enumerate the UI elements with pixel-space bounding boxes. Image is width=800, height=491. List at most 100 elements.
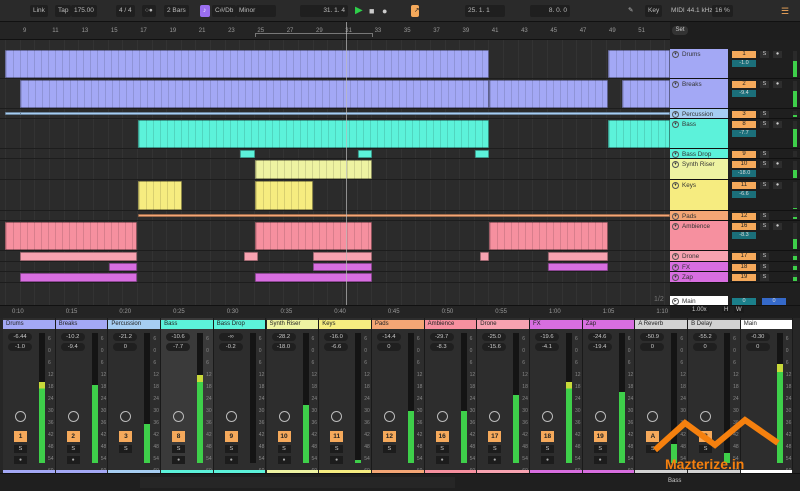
- track-activator[interactable]: 11: [330, 431, 344, 442]
- pan-knob[interactable]: [594, 411, 606, 422]
- track-activator[interactable]: 1: [732, 51, 756, 58]
- track-activator[interactable]: 3: [119, 431, 133, 442]
- volume-value[interactable]: 0: [640, 343, 665, 351]
- solo-button[interactable]: S: [760, 213, 769, 220]
- track-name[interactable]: ▾ Drums: [670, 49, 728, 78]
- solo-button[interactable]: S: [277, 445, 291, 453]
- track-name[interactable]: ▾ Pads: [670, 211, 728, 220]
- strip-title[interactable]: A Reverb: [635, 320, 688, 329]
- arm-icon[interactable]: ●: [435, 456, 449, 464]
- clip[interactable]: [244, 252, 258, 261]
- fold-icon[interactable]: ▾: [672, 161, 679, 168]
- solo-button[interactable]: S: [760, 51, 769, 58]
- fold-icon[interactable]: ▾: [672, 111, 679, 118]
- arm-icon[interactable]: ●: [14, 456, 27, 464]
- link-button[interactable]: Link: [30, 5, 48, 17]
- strip-title[interactable]: Keys: [319, 320, 371, 329]
- track-lane[interactable]: [0, 221, 670, 251]
- track-header-zap[interactable]: ▾ Zap 19 S: [670, 272, 800, 283]
- volume-fader[interactable]: [407, 333, 414, 463]
- pan-knob[interactable]: [173, 411, 185, 422]
- track-activator[interactable]: 18: [732, 264, 756, 271]
- track-activator[interactable]: 10: [732, 161, 756, 168]
- record-button[interactable]: ●: [379, 5, 390, 17]
- track-header-fx[interactable]: ▾ FX 18 S: [670, 262, 800, 272]
- track-volume[interactable]: -7.7: [732, 130, 756, 137]
- track-header-bass[interactable]: ▾ Bass 8 S ● -7.7: [670, 119, 800, 149]
- clip[interactable]: [109, 263, 137, 271]
- strip-title[interactable]: Synth Riser: [266, 320, 319, 329]
- track-activator[interactable]: 1: [14, 431, 27, 442]
- volume-value[interactable]: 0: [376, 343, 401, 351]
- track-activator[interactable]: 8: [172, 431, 186, 442]
- clip[interactable]: [608, 50, 670, 78]
- solo-button[interactable]: S: [172, 445, 186, 453]
- solo-button[interactable]: S: [382, 445, 396, 453]
- clip[interactable]: [489, 80, 608, 108]
- loop-start[interactable]: 25. 1. 1: [465, 5, 505, 17]
- metronome-button[interactable]: ○●: [142, 5, 156, 17]
- clip[interactable]: [489, 222, 608, 250]
- solo-button[interactable]: S: [14, 445, 27, 453]
- volume-value[interactable]: -8.3: [429, 343, 454, 351]
- peak-value[interactable]: -28.2: [271, 333, 296, 341]
- draw-mode-icon[interactable]: ✎: [625, 5, 636, 17]
- strip-title[interactable]: B Delay: [688, 320, 740, 329]
- track-lane[interactable]: [0, 109, 670, 119]
- strip-title[interactable]: Percussion: [108, 320, 161, 329]
- track-activator[interactable]: 18: [541, 431, 554, 442]
- clip[interactable]: [5, 222, 137, 250]
- solo-button[interactable]: S: [593, 445, 607, 453]
- strip-title[interactable]: FX: [530, 320, 582, 329]
- clip[interactable]: [480, 252, 489, 261]
- track-name[interactable]: ▾ Percussion: [670, 109, 728, 118]
- clip[interactable]: [548, 252, 608, 261]
- volume-fader[interactable]: [460, 333, 467, 463]
- tempo-field[interactable]: 175.00: [71, 5, 97, 17]
- clip[interactable]: [138, 181, 182, 210]
- clip[interactable]: [240, 150, 255, 158]
- solo-button[interactable]: S: [760, 274, 769, 281]
- fit-height-button[interactable]: H: [722, 307, 731, 313]
- track-volume[interactable]: -1.0: [732, 60, 756, 67]
- peak-value[interactable]: -0.30: [745, 333, 770, 341]
- solo-button[interactable]: S: [760, 111, 769, 118]
- clip[interactable]: [20, 112, 670, 115]
- peak-value[interactable]: -24.6: [587, 333, 612, 341]
- solo-button[interactable]: S: [541, 445, 554, 453]
- track-header-drums[interactable]: ▾ Drums 1 S ● -1.0: [670, 49, 800, 79]
- arm-icon[interactable]: ●: [277, 456, 291, 464]
- track-activator[interactable]: 3: [732, 111, 756, 118]
- arm-icon[interactable]: ●: [66, 456, 80, 464]
- main-pan[interactable]: 0: [762, 298, 786, 305]
- clip[interactable]: [313, 252, 372, 261]
- fit-width-button[interactable]: W: [734, 307, 744, 313]
- track-name[interactable]: ▾ Synth Riser: [670, 159, 728, 179]
- strip-title[interactable]: Zap: [582, 320, 635, 329]
- clip[interactable]: [255, 160, 372, 179]
- pan-knob[interactable]: [67, 411, 79, 422]
- track-activator[interactable]: 19: [732, 274, 756, 281]
- arm-icon[interactable]: ●: [773, 182, 782, 189]
- track-header-drone[interactable]: ▾ Drone 17 S: [670, 251, 800, 262]
- clip[interactable]: [548, 263, 608, 271]
- clip[interactable]: [5, 50, 489, 78]
- fold-icon[interactable]: ▾: [672, 151, 679, 158]
- volume-fader[interactable]: [91, 333, 98, 463]
- track-volume[interactable]: -9.4: [732, 90, 756, 97]
- arm-icon[interactable]: ●: [773, 121, 782, 128]
- volume-value[interactable]: -19.4: [587, 343, 612, 351]
- track-header-keys[interactable]: ▾ Keys 11 S ● -6.6: [670, 180, 800, 211]
- strip-title[interactable]: Ambience: [424, 320, 477, 329]
- volume-fader[interactable]: [513, 333, 520, 463]
- track-volume[interactable]: -8.3: [732, 232, 756, 239]
- track-name[interactable]: ▾ Breaks: [670, 79, 728, 108]
- arm-icon[interactable]: ●: [773, 81, 782, 88]
- arm-icon[interactable]: ●: [330, 456, 344, 464]
- volume-value[interactable]: 0: [745, 343, 770, 351]
- volume-fader[interactable]: [355, 333, 362, 463]
- track-header-synth-riser[interactable]: ▾ Synth Riser 10 S ● -18.0: [670, 159, 800, 180]
- solo-button[interactable]: S: [330, 445, 344, 453]
- track-name[interactable]: ▾ Bass: [670, 119, 728, 148]
- track-name[interactable]: ▾ Bass Drop: [670, 149, 728, 158]
